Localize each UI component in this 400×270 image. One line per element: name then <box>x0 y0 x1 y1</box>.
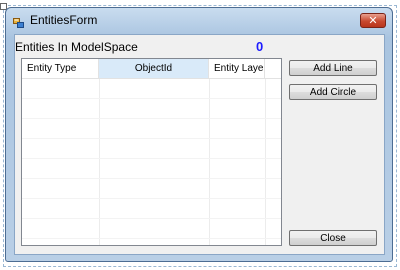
title-bar[interactable]: EntitiesForm ✕ <box>6 8 392 32</box>
grid-body[interactable] <box>22 79 281 245</box>
column-header-filler <box>265 59 281 79</box>
grid-row-line <box>22 158 281 159</box>
grid-divider <box>99 79 100 245</box>
entities-grid[interactable]: Entity Type ObjectId Entity Layer <box>21 58 282 246</box>
column-header-entity-layer[interactable]: Entity Layer <box>209 59 265 79</box>
grid-row-line <box>22 178 281 179</box>
grid-row-line <box>22 218 281 219</box>
column-header-object-id[interactable]: ObjectId <box>99 59 209 79</box>
grid-row-line <box>22 138 281 139</box>
grid-row-line <box>22 198 281 199</box>
column-header-entity-type[interactable]: Entity Type <box>22 59 99 79</box>
grid-row-line <box>22 238 281 239</box>
grid-divider <box>209 79 210 245</box>
add-circle-button[interactable]: Add Circle <box>289 84 377 100</box>
window-title: EntitiesForm <box>30 13 98 27</box>
close-button[interactable]: Close <box>289 230 377 246</box>
form-icon <box>13 14 25 28</box>
close-icon: ✕ <box>368 14 378 27</box>
grid-row-line <box>22 98 281 99</box>
add-line-button[interactable]: Add Line <box>289 60 377 76</box>
grid-divider <box>265 79 266 245</box>
grid-row-line <box>22 118 281 119</box>
entities-count-label: Entities In ModelSpace <box>15 40 138 54</box>
grid-header: Entity Type ObjectId Entity Layer <box>22 59 281 79</box>
window-close-button[interactable]: ✕ <box>360 13 386 28</box>
entities-count-value: 0 <box>256 39 264 54</box>
